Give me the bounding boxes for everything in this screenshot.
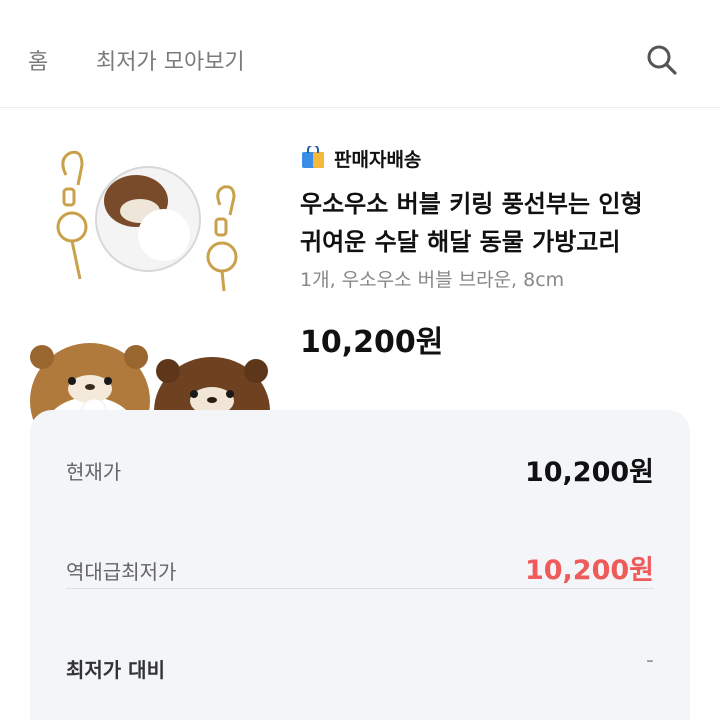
product-price: 10,200원 xyxy=(300,325,444,360)
current-price-label: 현재가 xyxy=(66,460,122,484)
product-option: 1개, 우소우소 버블 브라운, 8cm xyxy=(300,269,565,291)
product-name[interactable]: 우소우소 버블 키링 풍선부는 인형 귀여운 수달 해달 동물 가방고리 xyxy=(300,185,700,261)
seller-label: 판매자배송 xyxy=(334,148,422,171)
product-name-line-2: 귀여운 수달 해달 동물 가방고리 xyxy=(300,228,621,256)
product-summary[interactable]: 판매자배송 우소우소 버블 키링 풍선부는 인형 귀여운 수달 해달 동물 가방… xyxy=(0,109,720,469)
shopping-bag-icon xyxy=(302,146,324,168)
seller-delivery-badge: 판매자배송 xyxy=(300,145,421,171)
product-name-line-1: 우소우소 버블 키링 풍선부는 인형 xyxy=(300,190,643,218)
search-icon xyxy=(647,45,677,75)
lowest-price-value: 10,200원 xyxy=(524,555,654,586)
lowest-price-label: 역대급최저가 xyxy=(66,560,177,584)
home-link[interactable]: 홈 xyxy=(28,44,48,76)
page-title: 최저가 모아보기 xyxy=(96,50,245,75)
compare-lowest-value: - xyxy=(646,648,654,673)
compare-lowest-label: 최저가 대비 xyxy=(66,658,165,682)
current-price-value: 10,200원 xyxy=(524,457,654,488)
top-navigation-bar: 홈 최저가 모아보기 xyxy=(0,0,720,108)
price-comparison-card: 현재가 10,200원 역대급최저가 10,200원 최저가 대비 - xyxy=(30,410,690,720)
search-button[interactable] xyxy=(644,42,680,78)
divider xyxy=(66,588,654,589)
